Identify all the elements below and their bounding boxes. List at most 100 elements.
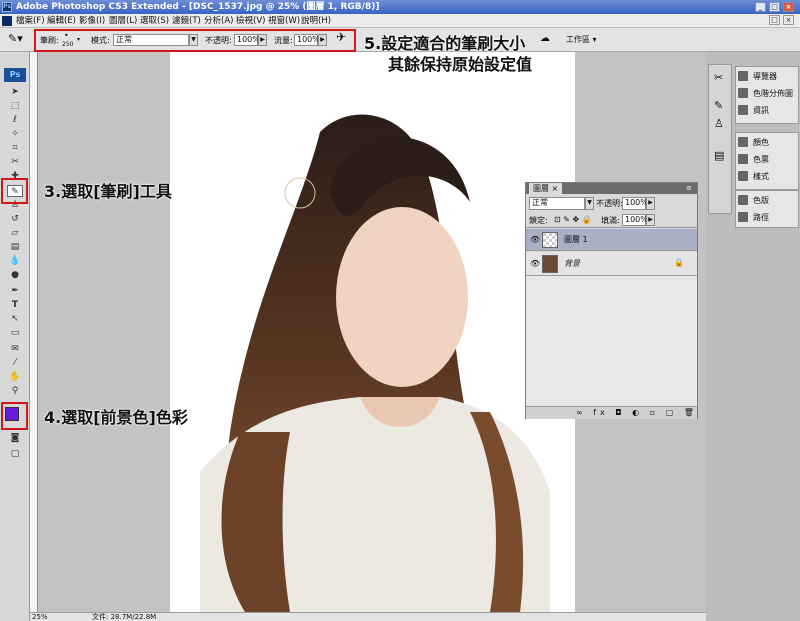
brush-tool-preset-icon[interactable]: ✎▾: [8, 33, 23, 44]
move-tool-icon[interactable]: ➤: [7, 86, 23, 98]
pen-tool-icon[interactable]: ✒: [7, 285, 23, 297]
title-bar: Ps Adobe Photoshop CS3 Extended - [DSC_1…: [0, 0, 800, 14]
fill-slider[interactable]: ▶: [646, 214, 655, 226]
blend-options-row: 正常 ▼ 不透明: 100% ▶: [526, 196, 697, 212]
menu-window[interactable]: 視窗(W): [268, 15, 300, 27]
annotation-step4: 4.選取[前景色]色彩: [44, 408, 188, 427]
magic-wand-tool-icon[interactable]: ✧: [7, 128, 23, 140]
color-panel-group: 顏色 色票 樣式: [735, 132, 799, 190]
brush-tool-highlight: [1, 178, 28, 204]
panel-menu-icon[interactable]: ≡: [686, 183, 692, 193]
layers-list-empty-area: [526, 276, 697, 406]
layers-tab[interactable]: 圖層 ×: [529, 183, 563, 194]
palette-well-icon[interactable]: ☁: [540, 34, 550, 44]
channels-tab[interactable]: 色版: [736, 194, 800, 208]
histogram-tab[interactable]: 色階分佈圖: [736, 87, 800, 101]
marquee-tool-icon[interactable]: ⬚: [7, 100, 23, 112]
close-button[interactable]: ×: [783, 2, 794, 12]
layers-panel: 圖層 × ≡ 正常 ▼ 不透明: 100% ▶ 鎖定: ⊡ ✎ ✥ 🔒 填滿: …: [525, 182, 698, 419]
notes-tool-icon[interactable]: ✉: [7, 343, 23, 355]
brush-settings-highlight: [34, 29, 356, 52]
layer-row-1[interactable]: 👁 圖層 1: [526, 229, 697, 251]
menu-analysis[interactable]: 分析(A): [204, 15, 233, 27]
lock-label: 鎖定:: [529, 216, 548, 225]
info-icon: [738, 105, 748, 115]
channels-panel-group: 色版 路徑: [735, 190, 799, 228]
paths-tab[interactable]: 路徑: [736, 211, 800, 225]
hand-tool-icon[interactable]: ✋: [7, 371, 23, 383]
navigator-tab[interactable]: 導覽器: [736, 70, 800, 84]
vertical-ruler: [30, 52, 38, 612]
document-canvas[interactable]: [170, 52, 575, 612]
channels-icon: [738, 195, 748, 205]
crop-tool-icon[interactable]: ⌗: [7, 142, 23, 154]
layers-panel-footer: ∞ fx ◘ ◐ ▫ ▢ 🗑: [526, 406, 697, 419]
portrait-photo: [200, 114, 550, 612]
menu-file[interactable]: 檔案(F): [16, 15, 45, 27]
tools-panel: Ps ➤ ⬚ ℓ ✧ ⌗ ✂ ✚ ✎ ♙ ↺ ▱ ▤ 💧 ● ✒ T ↖ ▭ ✉…: [0, 52, 30, 621]
layer-thumbnail: [542, 255, 558, 273]
eyedropper-tool-icon[interactable]: ⁄: [7, 357, 23, 369]
navigator-icon: [738, 71, 748, 81]
layer-thumbnail: [542, 232, 558, 248]
menu-edit[interactable]: 編輯(E): [47, 15, 76, 27]
blend-mode-select[interactable]: 正常: [529, 197, 585, 210]
doc-restore-button[interactable]: □: [769, 15, 780, 25]
visibility-eye-icon[interactable]: 👁: [530, 259, 540, 269]
foreground-color-highlight: [1, 402, 28, 430]
menu-layer[interactable]: 圖層(L): [109, 15, 137, 27]
maximize-button[interactable]: □: [769, 2, 780, 12]
brushes-icon[interactable]: ✎: [714, 99, 723, 112]
document-menu-icon[interactable]: [2, 16, 12, 26]
swatches-tab[interactable]: 色票: [736, 153, 800, 167]
menu-image[interactable]: 影像(I): [79, 15, 105, 27]
layer-comps-icon[interactable]: ▤: [714, 149, 724, 162]
layer-opacity-slider[interactable]: ▶: [646, 197, 655, 210]
annotation-step3: 3.選取[筆刷]工具: [44, 182, 172, 201]
zoom-level[interactable]: 25%: [32, 613, 48, 621]
fill-label: 填滿:: [601, 216, 620, 225]
menu-select[interactable]: 選取(S): [140, 15, 169, 27]
slice-tool-icon[interactable]: ✂: [7, 156, 23, 168]
history-brush-tool-icon[interactable]: ↺: [7, 213, 23, 225]
info-tab[interactable]: 資訊: [736, 104, 800, 118]
screen-mode-icon[interactable]: ▢: [7, 448, 23, 460]
menu-help[interactable]: 說明(H): [301, 15, 331, 27]
layer-name[interactable]: 背景: [564, 259, 580, 269]
doc-close-button[interactable]: ×: [783, 15, 794, 25]
shape-tool-icon[interactable]: ▭: [7, 327, 23, 339]
status-bar: 25% 文件: 28.7M/22.8M: [30, 612, 706, 621]
layers-panel-header[interactable]: 圖層 × ≡: [526, 183, 697, 194]
tool-presets-icon[interactable]: ✂: [714, 71, 723, 84]
styles-tab[interactable]: 樣式: [736, 170, 800, 184]
quick-mask-icon[interactable]: ◙: [7, 432, 23, 444]
color-tab[interactable]: 顏色: [736, 136, 800, 150]
visibility-eye-icon[interactable]: 👁: [530, 235, 540, 245]
layer-row-background[interactable]: 👁 背景 🔒: [526, 252, 697, 276]
lasso-tool-icon[interactable]: ℓ: [7, 114, 23, 126]
fill-input[interactable]: 100%: [622, 214, 648, 226]
photoshop-app-icon: Ps: [2, 2, 12, 12]
eraser-tool-icon[interactable]: ▱: [7, 227, 23, 239]
blend-mode-arrow[interactable]: ▼: [585, 197, 594, 210]
path-selection-tool-icon[interactable]: ↖: [7, 313, 23, 325]
menu-filter[interactable]: 濾鏡(T): [172, 15, 201, 27]
zoom-tool-icon[interactable]: ⚲: [7, 385, 23, 397]
workspace-menu[interactable]: 工作區 ▾: [566, 35, 597, 45]
window-title: Adobe Photoshop CS3 Extended - [DSC_1537…: [16, 2, 380, 12]
blur-tool-icon[interactable]: 💧: [7, 255, 23, 267]
layer-opacity-input[interactable]: 100%: [622, 197, 648, 210]
navigator-panel-group: 導覽器 色階分佈圖 資訊: [735, 66, 799, 124]
collapsed-icons-column: ✂ ✎ ♙ ▤: [708, 64, 732, 214]
menu-view[interactable]: 檢視(V): [236, 15, 265, 27]
type-tool-icon[interactable]: T: [7, 299, 23, 311]
dodge-tool-icon[interactable]: ●: [7, 269, 23, 281]
layer-name[interactable]: 圖層 1: [564, 235, 588, 245]
clone-source-icon[interactable]: ♙: [714, 117, 724, 130]
gradient-tool-icon[interactable]: ▤: [7, 241, 23, 253]
minimize-button[interactable]: _: [755, 2, 766, 12]
layer-action-icons[interactable]: ∞ fx ◘ ◐ ▫ ▢ 🗑: [576, 408, 698, 418]
histogram-icon: [738, 88, 748, 98]
lock-icons[interactable]: ⊡ ✎ ✥ 🔒: [554, 215, 592, 225]
styles-icon: [738, 171, 748, 181]
